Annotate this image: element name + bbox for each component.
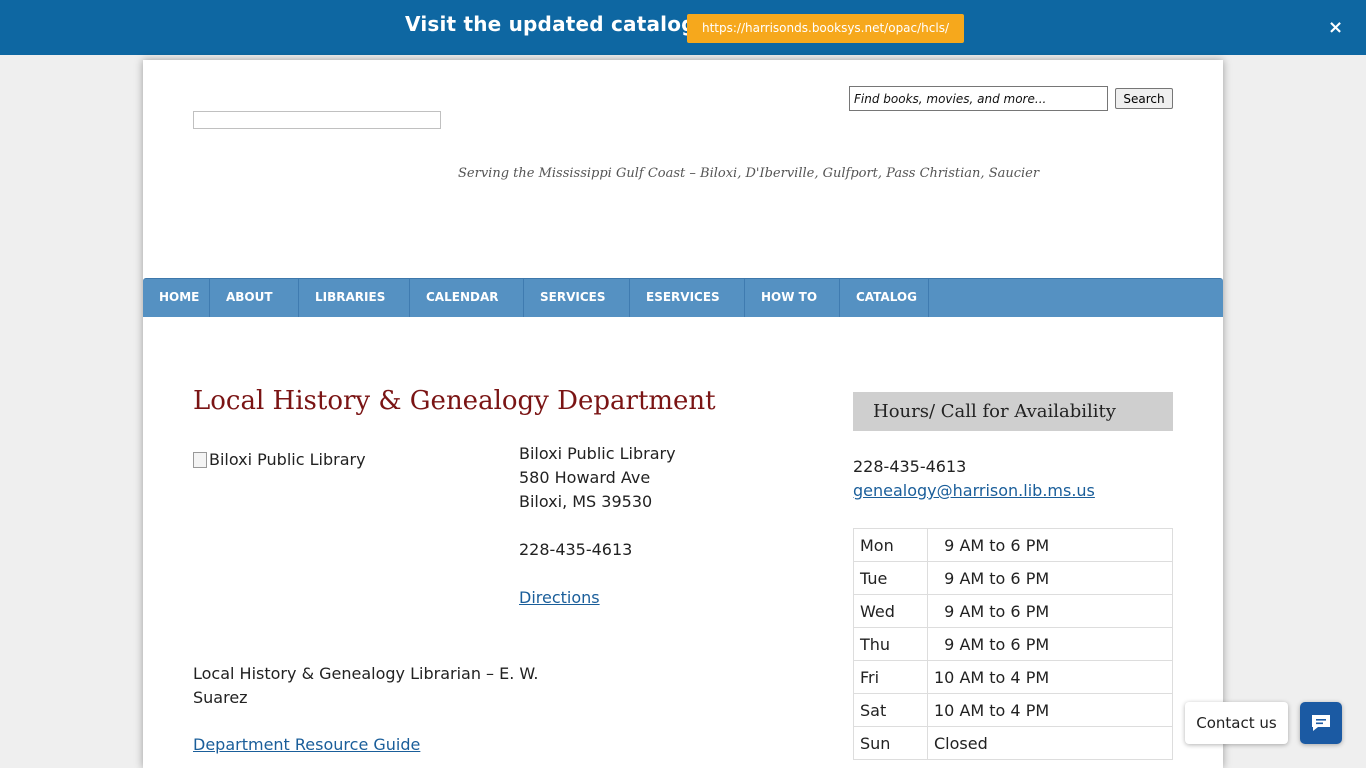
table-row: Sat 10 AM to 4 PM [853, 693, 1173, 727]
hours-time: 9 AM to 6 PM [927, 528, 1173, 562]
hours-time: 10 AM to 4 PM [927, 693, 1173, 727]
sidebar-phone: 228-435-4613 [853, 457, 967, 476]
address-phone: 228-435-4613 [519, 540, 633, 559]
librarian-text: Local History & Genealogy Librarian – E.… [193, 664, 539, 707]
search-input[interactable] [849, 86, 1108, 111]
hours-day: Sat [853, 693, 928, 727]
nav-item-about[interactable]: ABOUT [210, 279, 299, 317]
hours-time: 9 AM to 6 PM [927, 627, 1173, 661]
table-row: Tue 9 AM to 6 PM [853, 561, 1173, 595]
table-row: Fri 10 AM to 4 PM [853, 660, 1173, 694]
banner-text: Visit the updated catalog! [405, 12, 706, 36]
nav-item-eservices[interactable]: ESERVICES [630, 279, 745, 317]
library-logo-image[interactable] [193, 111, 441, 129]
search-button[interactable]: Search [1115, 88, 1173, 109]
page-container: Search Serving the Mississippi Gulf Coas… [143, 60, 1223, 768]
nav-item-home[interactable]: HOME [143, 279, 210, 317]
announcement-banner: Visit the updated catalog! https://harri… [0, 0, 1366, 55]
table-row: Mon 9 AM to 6 PM [853, 528, 1173, 562]
address-street: 580 Howard Ave [519, 468, 651, 487]
nav-item-calendar[interactable]: CALENDAR [410, 279, 524, 317]
hours-time: 9 AM to 6 PM [927, 594, 1173, 628]
email-link[interactable]: genealogy@harrison.lib.ms.us [853, 481, 1095, 500]
library-photo: Biloxi Public Library [193, 450, 366, 469]
address-city: Biloxi, MS 39530 [519, 492, 653, 511]
contact-us-bubble[interactable]: Contact us [1185, 702, 1288, 744]
resource-guide-link[interactable]: Department Resource Guide [193, 735, 420, 754]
catalog-link-button[interactable]: https://harrisonds.booksys.net/opac/hcls… [687, 14, 964, 43]
hours-day: Sun [853, 726, 928, 760]
main-navigation: HOME ABOUT LIBRARIES CALENDAR SERVICES E… [143, 278, 1223, 317]
hours-time: Closed [927, 726, 1173, 760]
hours-heading: Hours/ Call for Availability [853, 392, 1173, 431]
address-name: Biloxi Public Library [519, 444, 676, 463]
page-title: Local History & Genealogy Department [193, 386, 716, 416]
hours-day: Thu [853, 627, 928, 661]
hours-time: 9 AM to 6 PM [927, 561, 1173, 595]
address-block: Biloxi Public Library 580 Howard Ave Bil… [519, 442, 676, 610]
nav-item-catalog[interactable]: CATALOG [840, 279, 929, 317]
table-row: Wed 9 AM to 6 PM [853, 594, 1173, 628]
nav-item-libraries[interactable]: LIBRARIES [299, 279, 410, 317]
hours-day: Mon [853, 528, 928, 562]
chat-icon [1312, 715, 1330, 731]
hours-day: Fri [853, 660, 928, 694]
nav-item-how-to[interactable]: HOW TO [745, 279, 840, 317]
hours-time: 10 AM to 4 PM [927, 660, 1173, 694]
close-icon[interactable]: × [1328, 17, 1343, 38]
broken-image-icon [193, 451, 207, 468]
nav-item-services[interactable]: SERVICES [524, 279, 630, 317]
hours-table: Mon 9 AM to 6 PM Tue 9 AM to 6 PM Wed 9 … [853, 528, 1173, 760]
table-row: Thu 9 AM to 6 PM [853, 627, 1173, 661]
site-tagline: Serving the Mississippi Gulf Coast – Bil… [458, 166, 1040, 181]
hours-day: Tue [853, 561, 928, 595]
chat-button[interactable] [1300, 702, 1342, 744]
directions-link[interactable]: Directions [519, 588, 600, 607]
table-row: Sun Closed [853, 726, 1173, 760]
library-photo-alt: Biloxi Public Library [209, 450, 366, 469]
hours-day: Wed [853, 594, 928, 628]
